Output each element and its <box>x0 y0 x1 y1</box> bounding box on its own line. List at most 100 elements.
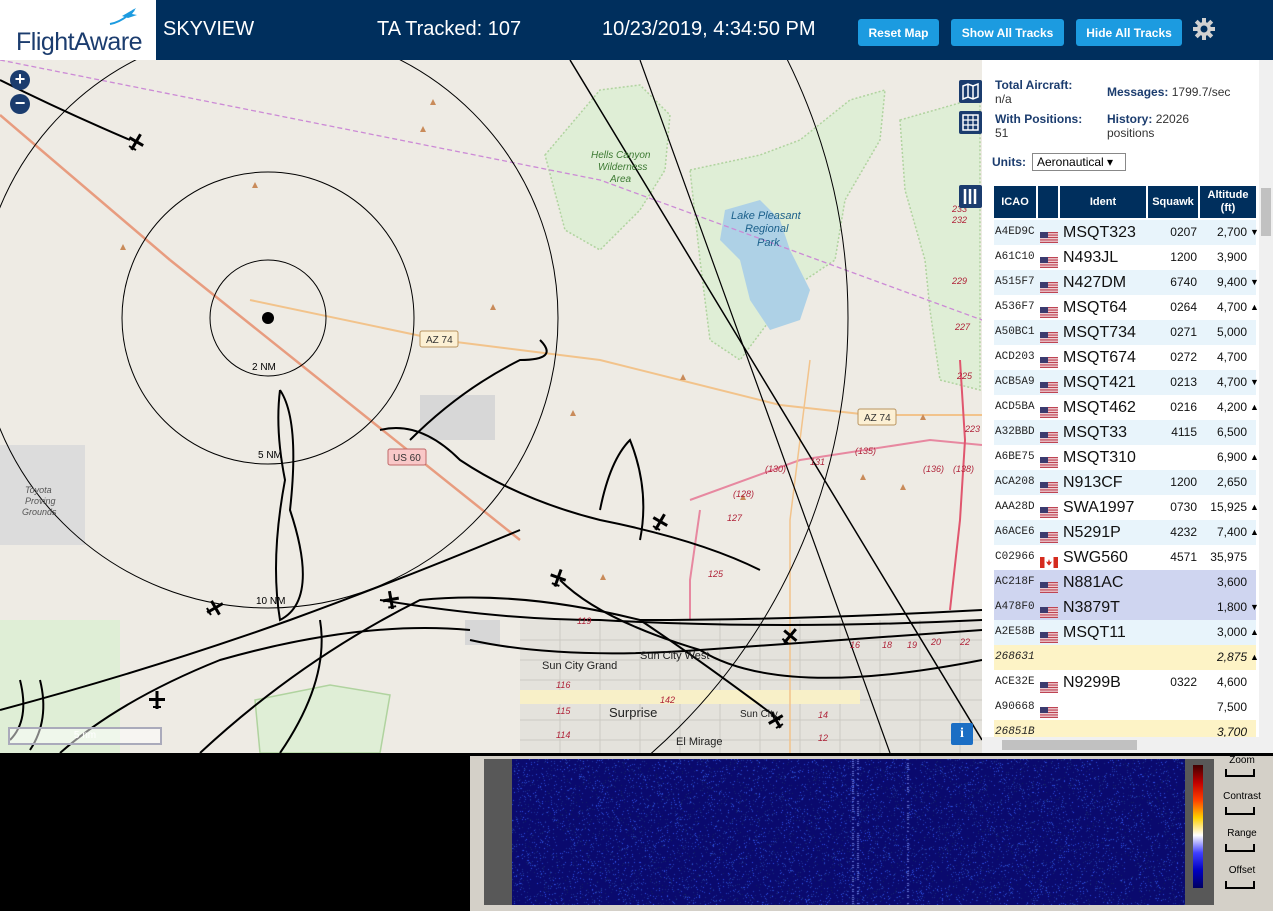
ident-cell: N881AC <box>1063 574 1124 591</box>
us-flag-icon <box>1040 478 1058 493</box>
us-flag-icon <box>1040 703 1058 718</box>
road-label: 20 <box>930 637 941 647</box>
table-row[interactable]: ACD5BA MSQT462 0216 4,200 ▲ <box>994 395 1259 420</box>
columns-icon <box>963 189 977 204</box>
messages-label: Messages: <box>1107 85 1169 99</box>
range-slider[interactable] <box>1225 844 1255 852</box>
column-header-flag[interactable] <box>1038 186 1058 218</box>
table-row[interactable]: A6ACE6 N5291P 4232 7,400 ▲ <box>994 520 1259 545</box>
ident-cell: SWG560 <box>1063 549 1128 566</box>
hide-all-tracks-button[interactable]: Hide All Tracks <box>1076 19 1182 46</box>
spectrum-area: Zoom Contrast Range Offset <box>0 753 1273 911</box>
table-row[interactable]: A6BE75 MSQT310 6,900 ▲ <box>994 445 1259 470</box>
icao-cell: ACD5BA <box>995 401 1035 413</box>
table-row[interactable]: A536F7 MSQT64 0264 4,700 ▲ <box>994 295 1259 320</box>
icao-cell: A6ACE6 <box>995 526 1035 538</box>
road-label: 22 <box>959 637 970 647</box>
altitude-cell: 4,700 <box>1216 350 1247 364</box>
table-row[interactable]: AC218F N881AC 3,600 <box>994 570 1256 595</box>
map-canvas[interactable]: 2 NM 5 NM 10 NM Hells Canyon Wilderness … <box>0 60 982 753</box>
table-row[interactable]: ACD203 MSQT674 0272 4,700 <box>994 345 1256 370</box>
place-label: Wilderness <box>598 162 647 173</box>
altitude-cell: 3,900 <box>1216 250 1247 264</box>
road-label: 227 <box>954 322 971 332</box>
table-row[interactable]: A515F7 N427DM 6740 9,400 ▼ <box>994 270 1259 295</box>
table-row[interactable]: ACB5A9 MSQT421 0213 4,700 ▼ <box>994 370 1259 395</box>
table-row[interactable]: ACA208 N913CF 1200 2,650 <box>994 470 1256 495</box>
road-label: (135) <box>855 446 876 456</box>
column-header-icao[interactable]: ICAO <box>994 186 1036 218</box>
show-all-tracks-button[interactable]: Show All Tracks <box>951 19 1064 46</box>
table-row[interactable]: A478F0 N3879T 1,800 ▼ <box>994 595 1259 620</box>
table-row[interactable]: 268631 2,875 ▲ <box>994 645 1259 670</box>
canada-flag-icon <box>1040 553 1058 568</box>
squawk-cell: 0271 <box>1170 325 1197 339</box>
ident-cell: MSQT462 <box>1063 399 1136 416</box>
map-view[interactable]: 2 NM 5 NM 10 NM Hells Canyon Wilderness … <box>0 60 982 753</box>
table-row[interactable]: A50BC1 MSQT734 0271 5,000 <box>994 320 1256 345</box>
road-label: 119 <box>577 616 591 626</box>
us-flag-icon <box>1040 528 1058 543</box>
altitude-trend-icon: ▼ <box>1250 377 1259 387</box>
scroll-thumb[interactable] <box>1261 188 1271 236</box>
table-row[interactable]: ACE32E N9299B 0322 4,600 <box>994 670 1256 695</box>
icao-cell: ACA208 <box>995 476 1035 488</box>
zoom-out-button[interactable]: − <box>10 94 30 114</box>
icao-cell: A61C10 <box>995 251 1035 263</box>
zoom-in-button[interactable]: + <box>10 70 30 90</box>
icao-cell: A2E58B <box>995 626 1035 638</box>
scroll-thumb[interactable] <box>1002 740 1137 750</box>
altitude-trend-icon: ▼ <box>1250 227 1259 237</box>
place-label: Sun City West <box>640 650 710 662</box>
us-flag-icon <box>1040 353 1058 368</box>
altitude-cell: 4,600 <box>1216 675 1247 689</box>
icao-cell: AC218F <box>995 576 1035 588</box>
waterfall-display[interactable] <box>512 759 1185 905</box>
road-label: AZ 74 <box>426 335 453 346</box>
panel-horizontal-scrollbar[interactable] <box>982 737 1273 753</box>
ident-cell: N5291P <box>1063 524 1121 541</box>
squawk-cell: 0264 <box>1170 300 1197 314</box>
contrast-slider[interactable] <box>1225 807 1255 815</box>
total-aircraft-label: Total Aircraft: <box>995 78 1073 92</box>
table-row[interactable]: A32BBD MSQT33 4115 6,500 <box>994 420 1256 445</box>
info-button[interactable]: i <box>951 723 973 745</box>
grid-toggle-button[interactable] <box>959 111 982 134</box>
column-header-ident[interactable]: Ident <box>1060 186 1146 218</box>
us-flag-icon <box>1040 228 1058 243</box>
flightaware-logo[interactable]: FlightAware <box>0 0 156 60</box>
table-row[interactable]: C02966 SWG560 4571 35,975 <box>994 545 1256 570</box>
icao-cell: ACE32E <box>995 676 1035 688</box>
altitude-trend-icon: ▲ <box>1250 402 1259 412</box>
place-label: Sun City Grand <box>542 660 617 672</box>
range-label-2nm: 2 NM <box>252 362 276 373</box>
ident-cell: MSQT33 <box>1063 424 1128 441</box>
column-header-altitude[interactable]: Altitude (ft) <box>1200 186 1256 218</box>
zoom-slider[interactable] <box>1225 769 1255 777</box>
table-row[interactable]: A90668 7,500 <box>994 695 1256 720</box>
road-label: 232 <box>951 215 967 225</box>
ident-cell: N493JL <box>1063 249 1119 266</box>
road-label: 142 <box>660 695 675 705</box>
road-label: (136) <box>923 464 944 474</box>
road-label: 14 <box>818 710 828 720</box>
offset-slider[interactable] <box>1225 881 1255 889</box>
table-row[interactable]: A2E58B MSQT11 3,000 ▲ <box>994 620 1259 645</box>
panel-vertical-scrollbar[interactable] <box>1259 60 1273 737</box>
ident-cell: N9299B <box>1063 674 1121 691</box>
column-header-squawk[interactable]: Squawk <box>1148 186 1198 218</box>
units-label: Units: <box>992 155 1026 169</box>
road-label: (138) <box>953 464 974 474</box>
icao-cell: A4ED9C <box>995 226 1035 238</box>
units-select[interactable]: Aeronautical ▾ <box>1032 153 1126 171</box>
reset-map-button[interactable]: Reset Map <box>858 19 939 46</box>
gear-icon[interactable] <box>1192 17 1216 41</box>
us-flag-icon <box>1040 328 1058 343</box>
us-flag-icon <box>1040 403 1058 418</box>
table-row[interactable]: A61C10 N493JL 1200 3,900 <box>994 245 1256 270</box>
table-row[interactable]: A4ED9C MSQT323 0207 2,700 ▼ <box>994 220 1259 245</box>
total-aircraft-value: n/a <box>995 92 1012 106</box>
columns-toggle-button[interactable] <box>959 185 982 208</box>
table-row[interactable]: AAA28D SWA1997 0730 15,925 ▲ <box>994 495 1259 520</box>
map-layers-button[interactable] <box>959 80 982 103</box>
